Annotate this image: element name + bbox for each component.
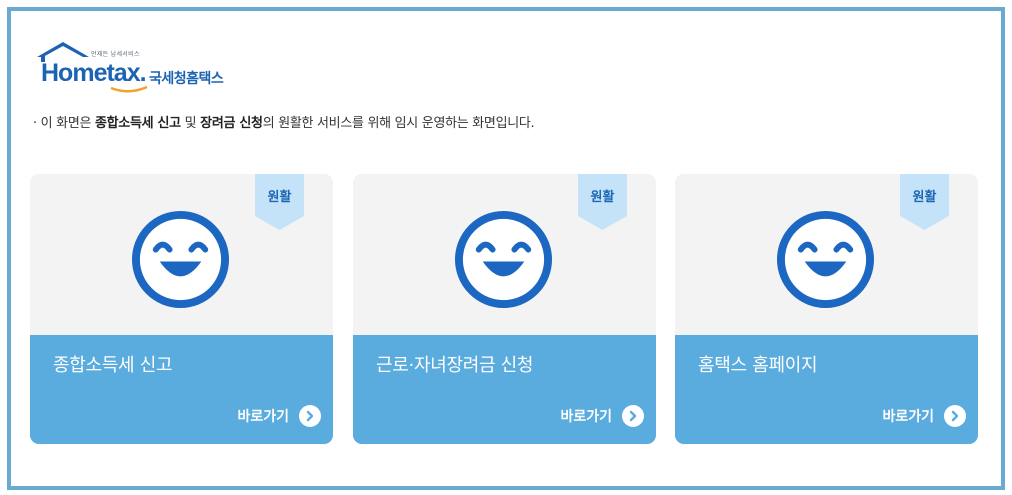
go-button[interactable]: 바로가기 bbox=[560, 405, 644, 427]
chevron-right-circle-icon[interactable] bbox=[622, 405, 644, 427]
status-badge: 원활 bbox=[900, 174, 949, 230]
chevron-right-circle-icon[interactable] bbox=[944, 405, 966, 427]
logo-wordmark: Hometax. bbox=[41, 59, 147, 87]
card-status-area: 원활 bbox=[353, 174, 656, 335]
service-card-income-tax[interactable]: 원활 종합소득세 신고 바로가기 bbox=[30, 174, 333, 444]
smiley-face-icon bbox=[131, 210, 230, 309]
card-title: 홈택스 홈페이지 bbox=[698, 355, 818, 376]
page-frame: 언제든 납세서비스 Hometax. 국세청홈택스 · 이 화면은 종합소득세 … bbox=[7, 7, 1005, 490]
go-label: 바로가기 bbox=[237, 409, 289, 425]
hometax-logo[interactable]: 언제든 납세서비스 Hometax. 국세청홈택스 bbox=[35, 39, 245, 95]
logo-korean-name: 국세청홈택스 bbox=[149, 71, 224, 87]
card-title: 근로·자녀장려금 신청 bbox=[376, 355, 534, 376]
card-title: 종합소득세 신고 bbox=[53, 355, 173, 376]
go-label: 바로가기 bbox=[560, 409, 612, 425]
go-button[interactable]: 바로가기 bbox=[882, 405, 966, 427]
logo-swoosh-icon bbox=[110, 85, 148, 93]
notice-text: · 이 화면은 종합소득세 신고 및 장려금 신청의 원활한 서비스를 위해 임… bbox=[33, 116, 535, 131]
smiley-face-icon bbox=[776, 210, 875, 309]
card-action-area: 종합소득세 신고 바로가기 bbox=[30, 335, 333, 444]
status-badge: 원활 bbox=[255, 174, 304, 230]
service-card-incentive[interactable]: 원활 근로·자녀장려금 신청 바로가기 bbox=[353, 174, 656, 444]
smiley-face-icon bbox=[454, 210, 553, 309]
service-card-hometax-home[interactable]: 원활 홈택스 홈페이지 바로가기 bbox=[675, 174, 978, 444]
go-label: 바로가기 bbox=[882, 409, 934, 425]
card-action-area: 근로·자녀장려금 신청 바로가기 bbox=[353, 335, 656, 444]
go-button[interactable]: 바로가기 bbox=[237, 405, 321, 427]
status-badge: 원활 bbox=[578, 174, 627, 230]
logo-tagline: 언제든 납세서비스 bbox=[91, 51, 140, 58]
card-status-area: 원활 bbox=[675, 174, 978, 335]
chevron-right-circle-icon[interactable] bbox=[299, 405, 321, 427]
card-action-area: 홈택스 홈페이지 바로가기 bbox=[675, 335, 978, 444]
card-status-area: 원활 bbox=[30, 174, 333, 335]
